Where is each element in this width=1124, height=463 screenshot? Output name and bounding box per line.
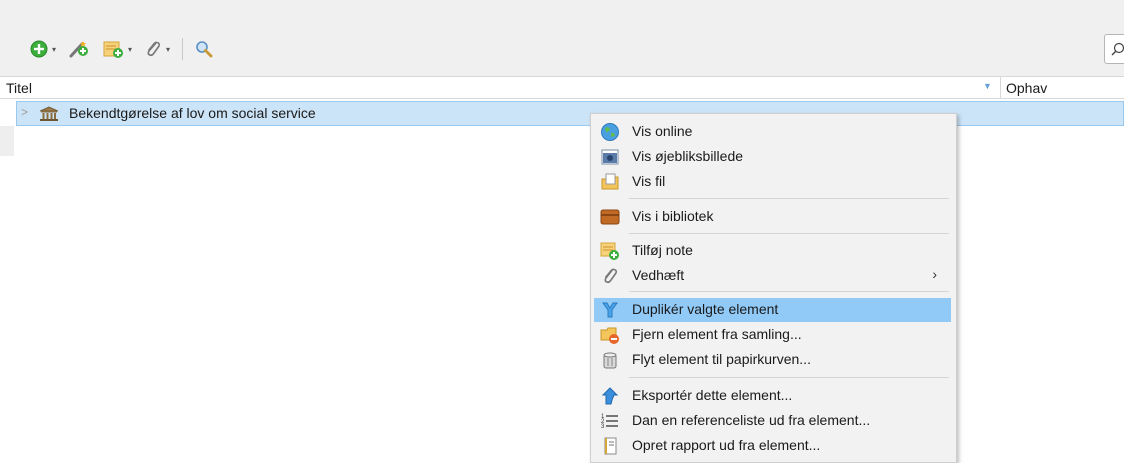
- add-by-identifier-button[interactable]: [68, 37, 90, 61]
- menu-item-label: Duplikér valgte element: [632, 301, 779, 317]
- column-header-creator[interactable]: Ophav: [1006, 80, 1047, 96]
- statute-icon: [39, 106, 59, 121]
- menu-item-label: Vis fil: [632, 173, 666, 189]
- trash-icon: [603, 352, 617, 369]
- submenu-arrow-icon: ›: [932, 266, 937, 282]
- menu-item-view-online[interactable]: Vis online: [594, 120, 951, 144]
- menu-item-label: Opret rapport ud fra element...: [632, 437, 821, 453]
- menu-separator: [629, 291, 949, 292]
- toolbar-area: ▾ ▾ ▾: [0, 0, 1124, 76]
- toolbar-separator: [182, 38, 184, 60]
- menu-item-label: Fjern element fra samling...: [632, 326, 802, 342]
- new-item-button[interactable]: ▾: [30, 37, 56, 61]
- wand-icon: [69, 41, 89, 58]
- table-row[interactable]: > Bekendtgørelse af lov om social servic…: [16, 101, 1124, 126]
- search-icon: [196, 41, 213, 58]
- column-divider[interactable]: [1000, 77, 1001, 99]
- menu-item-export[interactable]: Eksportér dette element...: [594, 384, 951, 408]
- expand-chevron-icon[interactable]: >: [21, 105, 28, 119]
- new-item-icon: [30, 40, 48, 58]
- context-menu: Vis online Vis øjebliksbillede Vis fil V…: [590, 113, 957, 463]
- menu-item-attach[interactable]: Vedhæft ›: [594, 264, 951, 288]
- search-input[interactable]: [1104, 34, 1124, 64]
- menu-item-move-to-trash[interactable]: Flyt element til papirkurven...: [594, 348, 951, 372]
- new-note-button[interactable]: ▾: [102, 37, 132, 61]
- file-icon: [601, 173, 619, 190]
- menu-item-label: Vis online: [632, 123, 693, 139]
- list-icon: 1 2 3: [601, 414, 618, 430]
- paperclip-icon: [604, 268, 618, 284]
- menu-item-remove-from-collection[interactable]: Fjern element fra samling...: [594, 323, 951, 347]
- menu-item-label: Eksportér dette element...: [632, 387, 793, 403]
- dropdown-arrow-icon: ▾: [166, 44, 171, 54]
- menu-separator: [629, 233, 949, 234]
- menu-item-duplicate[interactable]: Duplikér valgte element: [594, 298, 951, 322]
- menu-item-label: Vis øjebliksbillede: [632, 148, 744, 164]
- advanced-search-button[interactable]: [195, 37, 213, 61]
- search-field-icon: [1111, 42, 1124, 56]
- menu-item-label: Dan en referenceliste ud fra element...: [632, 412, 871, 428]
- row-gutter: [0, 126, 14, 156]
- report-icon: [604, 437, 617, 455]
- export-icon: [601, 387, 619, 405]
- svg-text:3: 3: [601, 424, 605, 430]
- menu-separator: [629, 198, 949, 199]
- new-note-icon: [103, 41, 124, 58]
- attach-button[interactable]: ▾: [144, 37, 170, 61]
- toolbar: ▾ ▾ ▾: [30, 36, 225, 62]
- menu-item-view-snapshot[interactable]: Vis øjebliksbillede: [594, 145, 951, 169]
- menu-item-view-file[interactable]: Vis fil: [594, 170, 951, 194]
- globe-icon: [601, 123, 619, 141]
- dropdown-arrow-icon: ▾: [128, 44, 133, 54]
- menu-item-label: Vedhæft: [632, 267, 685, 283]
- menu-item-label: Vis i bibliotek: [632, 208, 714, 224]
- note-add-icon: [600, 242, 619, 260]
- menu-item-label: Tilføj note: [632, 242, 693, 258]
- menu-item-create-bibliography[interactable]: 1 2 3 Dan en referenceliste ud fra eleme…: [594, 409, 951, 433]
- menu-item-label: Flyt element til papirkurven...: [632, 351, 811, 367]
- duplicate-icon: [602, 302, 618, 318]
- items-table-header: Titel ▼ Ophav: [0, 76, 1124, 99]
- menu-item-show-in-library[interactable]: Vis i bibliotek: [594, 205, 951, 229]
- folder-remove-icon: [600, 327, 619, 344]
- menu-item-add-note[interactable]: Tilføj note: [594, 239, 951, 263]
- library-icon: [600, 209, 620, 225]
- menu-item-create-report[interactable]: Opret rapport ud fra element...: [594, 434, 951, 458]
- sort-indicator-icon: ▼: [983, 81, 992, 91]
- dropdown-arrow-icon: ▾: [52, 44, 57, 54]
- menu-separator: [629, 377, 949, 378]
- column-header-title[interactable]: Titel: [6, 80, 32, 96]
- row-title: Bekendtgørelse af lov om social service: [69, 105, 316, 121]
- attach-icon: [147, 41, 161, 57]
- snapshot-icon: [601, 149, 619, 165]
